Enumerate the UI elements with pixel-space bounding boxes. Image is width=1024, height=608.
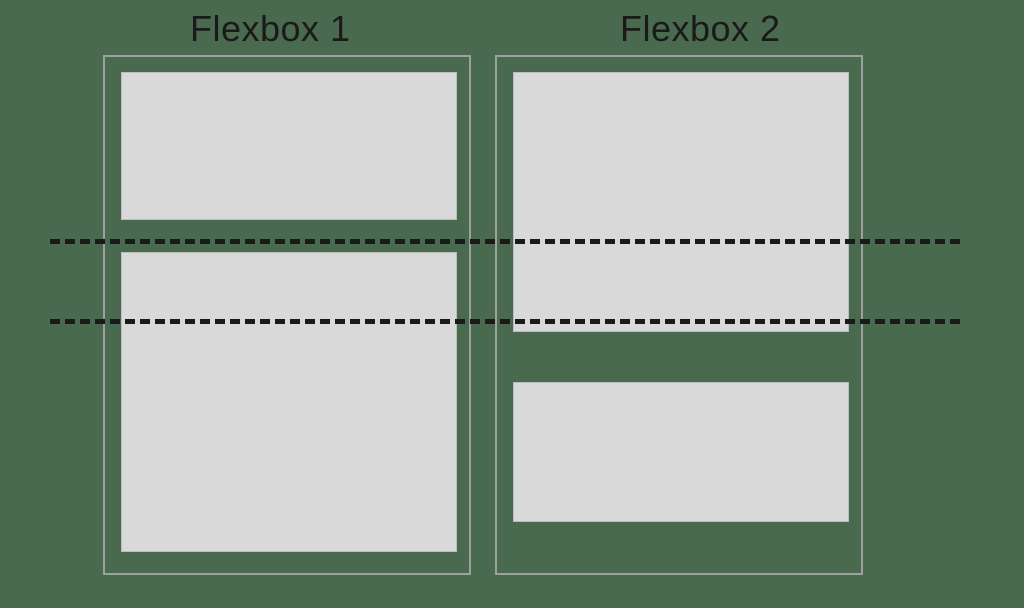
- flexbox2-container: [495, 55, 863, 575]
- flexbox2-item-bottom: [513, 382, 849, 522]
- guide-line-upper: [50, 239, 960, 244]
- flexbox2-item-top: [513, 72, 849, 332]
- flexbox2-title: Flexbox 2: [620, 8, 781, 50]
- flexbox1-title: Flexbox 1: [190, 8, 351, 50]
- flexbox1-item-bottom: [121, 252, 457, 552]
- guide-line-lower: [50, 319, 960, 324]
- flexbox1-item-top: [121, 72, 457, 220]
- diagram-stage: Flexbox 1 Flexbox 2: [0, 0, 1024, 608]
- flexbox1-container: [103, 55, 471, 575]
